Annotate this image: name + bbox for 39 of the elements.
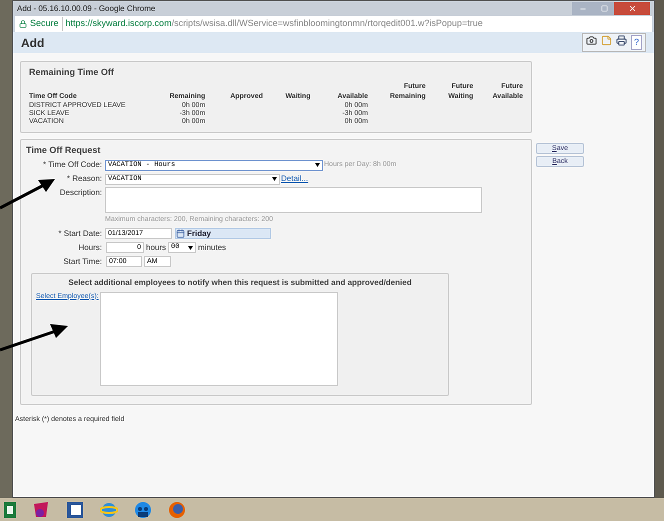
note-icon[interactable]: [601, 34, 612, 46]
field-label: Start Time:: [62, 256, 103, 268]
panel-title: Time Off Request: [26, 144, 102, 157]
page-title: Add: [21, 34, 46, 52]
window-title: Add - 05.16.10.00.09 - Google Chrome: [17, 2, 156, 14]
field-label: * Time Off Code:: [42, 159, 103, 171]
dropdown-caret-icon: [272, 177, 277, 181]
close-icon: [628, 4, 636, 13]
calendar-icon[interactable]: [176, 229, 185, 238]
people-icon[interactable]: [134, 500, 152, 518]
panel-title: Remaining Time Off: [29, 66, 115, 79]
dropdown-caret-icon: [315, 163, 320, 167]
notify-heading: Select additional employees to notify when this request is submitted and approved/denied: [67, 276, 413, 288]
field-label: Description:: [58, 187, 103, 199]
maximize-icon: [600, 5, 608, 12]
field-label: Hours:: [77, 242, 103, 254]
dropdown-caret-icon: [188, 246, 194, 250]
app-icon[interactable]: [32, 500, 50, 518]
maximize-button[interactable]: [594, 2, 614, 15]
field-label: * Reason:: [66, 173, 103, 185]
field-label: * Start Date:: [57, 228, 103, 240]
close-button[interactable]: [614, 2, 650, 15]
address-bar[interactable]: Secure https://skyward.iscorp.com/scripts/wsisa.dll/WService=wsfinbloomingtonmn/rtorqedit001.w?isPopup=true: [15, 16, 652, 32]
description-field[interactable]: [105, 187, 482, 213]
print-icon[interactable]: [616, 34, 627, 46]
arrow-annotation: [0, 176, 56, 210]
weekday-text: Friday: [187, 228, 212, 240]
secure-label: Secure: [30, 17, 63, 31]
spreadsheet-icon[interactable]: [4, 502, 16, 518]
employees-list-field[interactable]: [100, 292, 338, 386]
browser-icon[interactable]: [100, 500, 118, 518]
minutes-unit: minutes: [198, 242, 226, 254]
lock-icon: [19, 20, 27, 28]
hours-unit: hours: [146, 242, 166, 254]
camera-icon[interactable]: [586, 34, 597, 46]
url-text: https://skyward.iscorp.com/scripts/wsisa.dll/WService=wsfinbloomingtonmn/rtorqedit001.w?isPopup=true: [66, 17, 483, 30]
help-button[interactable]: ?: [631, 34, 642, 50]
arrow-annotation: [0, 322, 70, 352]
detail-link[interactable]: Detail...: [281, 173, 308, 185]
